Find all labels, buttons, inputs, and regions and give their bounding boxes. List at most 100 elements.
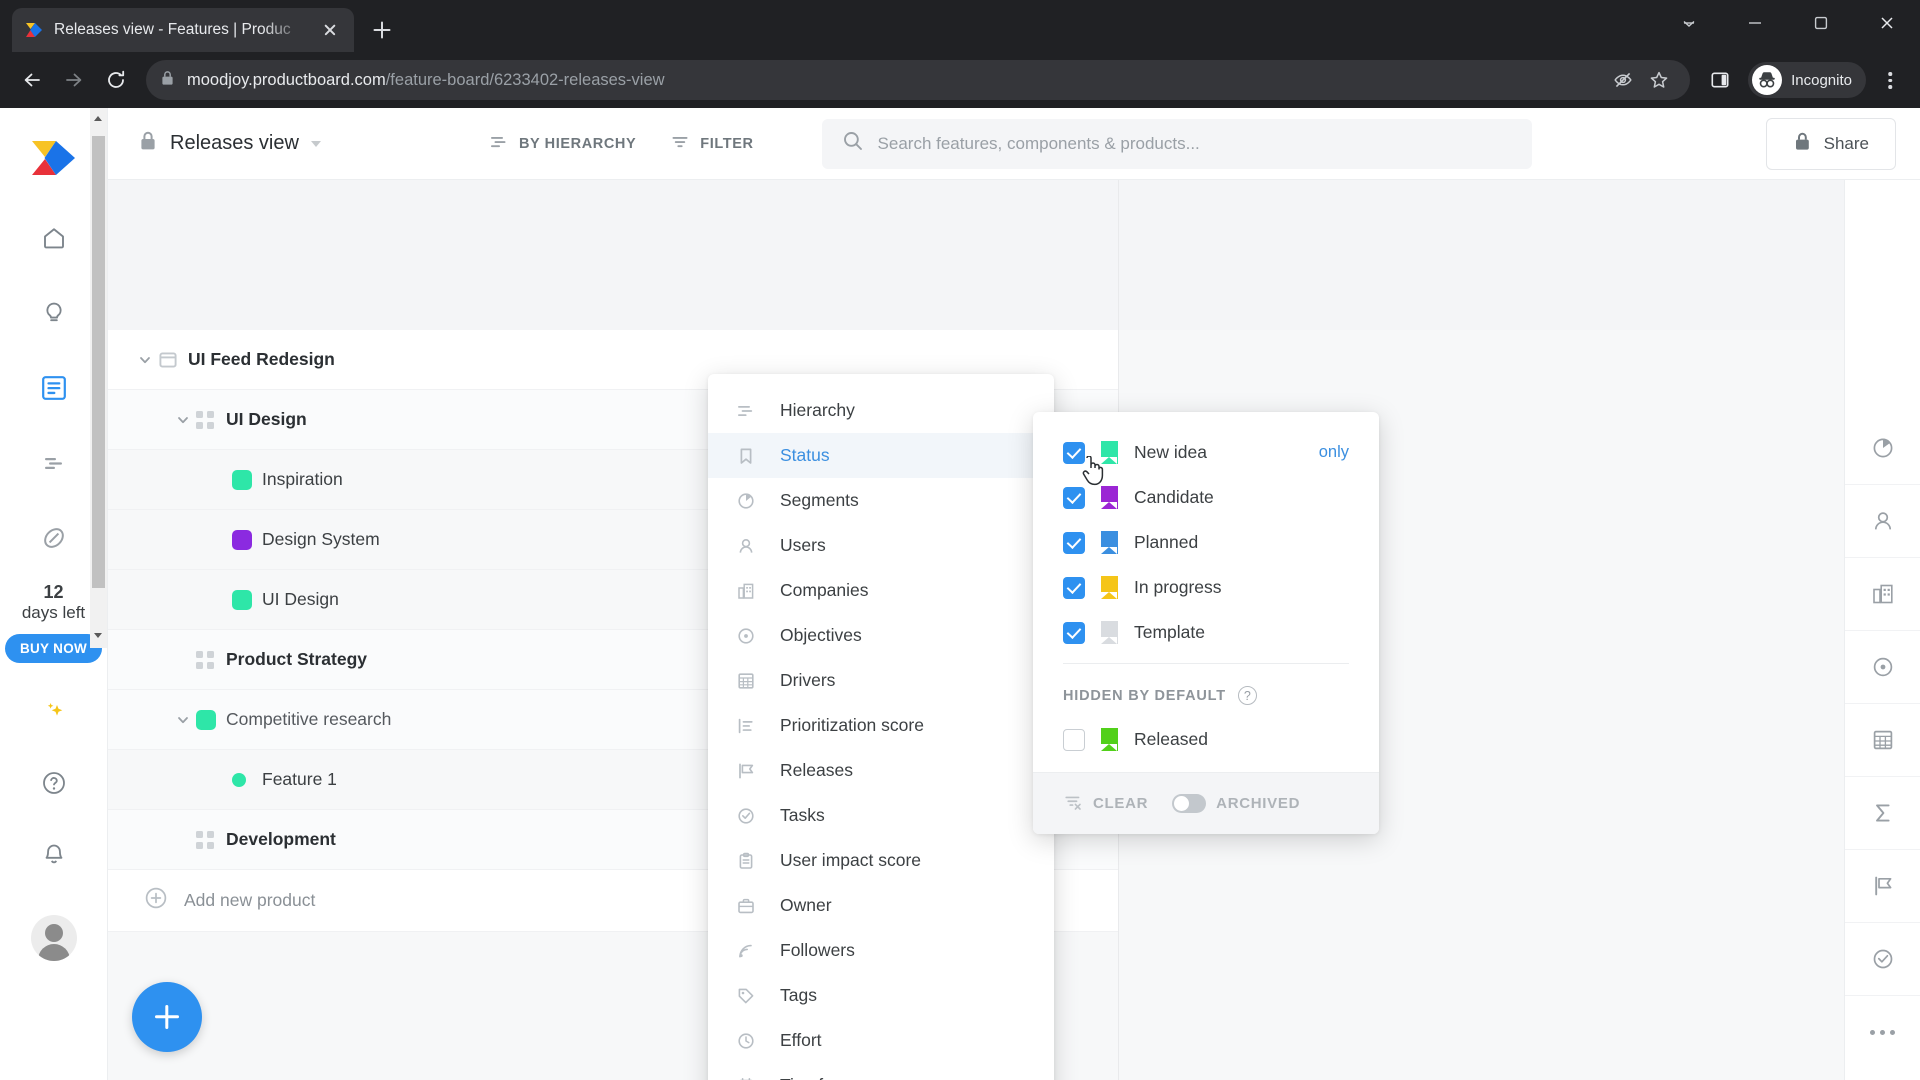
chevron-down-icon[interactable]	[132, 353, 158, 367]
hierarchy-icon	[734, 401, 758, 421]
view-title-group[interactable]: Releases view	[138, 130, 321, 157]
incognito-label: Incognito	[1791, 71, 1852, 89]
status-option-planned[interactable]: Planned	[1033, 520, 1379, 565]
bell-icon[interactable]	[32, 833, 76, 877]
sidebar-scrollbar[interactable]	[90, 108, 107, 648]
checkbox-checked-icon[interactable]	[1063, 441, 1085, 464]
status-option-in-progress[interactable]: In progress	[1033, 565, 1379, 610]
add-feature-fab[interactable]	[132, 982, 202, 1052]
maximize-icon[interactable]	[1788, 0, 1854, 46]
back-arrow-icon[interactable]	[12, 60, 52, 100]
scroll-down-arrow-icon[interactable]	[90, 627, 107, 644]
by-hierarchy-button[interactable]: BY HIERARCHY	[489, 132, 636, 156]
browser-tab[interactable]: Releases view - Features | Produc	[12, 8, 354, 52]
menu-item-objectives[interactable]: Objectives	[708, 613, 1054, 658]
right-item-releases[interactable]	[1844, 850, 1920, 923]
share-button[interactable]: Share	[1765, 117, 1896, 170]
briefcase-icon	[734, 896, 758, 916]
sidebar-item-home[interactable]	[32, 216, 76, 260]
right-item-tasks[interactable]	[1844, 923, 1920, 996]
toggle-switch[interactable]	[1172, 794, 1207, 813]
menu-item-tags[interactable]: Tags	[708, 973, 1054, 1018]
clear-button[interactable]: CLEAR	[1063, 792, 1148, 816]
status-color-bookmark	[1101, 441, 1118, 464]
right-item-segments[interactable]	[1844, 412, 1920, 485]
browser-toolbar: moodjoy.productboard.com/feature-board/6…	[0, 52, 1920, 108]
star-icon[interactable]	[1642, 63, 1676, 97]
right-item-score[interactable]	[1844, 777, 1920, 850]
menu-item-label: Prioritization score	[780, 715, 924, 735]
kebab-menu-icon[interactable]	[1872, 60, 1908, 100]
checkbox-unchecked-icon[interactable]	[1063, 728, 1085, 751]
chevron-down-icon[interactable]	[170, 713, 196, 727]
checkbox-checked-icon[interactable]	[1063, 486, 1085, 509]
close-icon[interactable]	[1854, 0, 1920, 46]
building-icon	[734, 581, 758, 601]
menu-item-status[interactable]: Status	[708, 433, 1054, 478]
sparkle-icon[interactable]	[32, 689, 76, 733]
status-option-candidate[interactable]: Candidate	[1033, 475, 1379, 520]
url-text: moodjoy.productboard.com/feature-board/6…	[187, 71, 665, 90]
right-item-companies[interactable]	[1844, 558, 1920, 631]
checkbox-checked-icon[interactable]	[1063, 621, 1085, 644]
sidebar-item-roadmaps[interactable]	[32, 441, 76, 485]
product-icon	[158, 350, 188, 370]
menu-item-drivers[interactable]: Drivers	[708, 658, 1054, 703]
status-option-new-idea[interactable]: New idea only	[1033, 430, 1379, 475]
minimize-icon[interactable]	[1656, 0, 1722, 46]
tab-close-icon[interactable]	[318, 18, 342, 42]
chevron-down-icon[interactable]	[170, 413, 196, 427]
eye-off-icon[interactable]	[1606, 63, 1640, 97]
address-bar[interactable]: moodjoy.productboard.com/feature-board/6…	[146, 60, 1691, 100]
checkbox-checked-icon[interactable]	[1063, 576, 1085, 599]
main-area: Releases view BY HIERARCHY FILTER Search…	[108, 108, 1920, 1080]
menu-item-tasks[interactable]: Tasks	[708, 793, 1054, 838]
side-panel-icon[interactable]	[1700, 60, 1740, 100]
avatar[interactable]	[30, 915, 77, 962]
menu-item-hierarchy[interactable]: Hierarchy	[708, 388, 1054, 433]
menu-item-effort[interactable]: Effort	[708, 1018, 1054, 1063]
signal-icon	[734, 941, 758, 961]
component-grid-icon	[196, 410, 226, 429]
chevron-down-icon[interactable]	[310, 140, 321, 147]
toolbar-actions: BY HIERARCHY FILTER	[489, 132, 754, 156]
search-input[interactable]: Search features, components & products..…	[821, 118, 1532, 169]
status-only-link[interactable]: only	[1319, 443, 1349, 462]
filter-button[interactable]: FILTER	[670, 132, 753, 156]
menu-item-followers[interactable]: Followers	[708, 928, 1054, 973]
question-circle-icon[interactable]	[32, 761, 76, 805]
menu-item-user-impact-score[interactable]: User impact score	[708, 838, 1054, 883]
trial-days-number: 12	[43, 582, 64, 602]
right-item-objectives[interactable]	[1844, 631, 1920, 704]
new-tab-icon[interactable]	[360, 8, 404, 52]
menu-item-segments[interactable]: Segments	[708, 478, 1054, 523]
sidebar-item-insights[interactable]	[32, 291, 76, 335]
scrollbar-thumb[interactable]	[92, 136, 105, 588]
status-option-released[interactable]: Released	[1033, 717, 1379, 762]
right-item-more[interactable]	[1845, 996, 1920, 1069]
right-item-users[interactable]	[1844, 485, 1920, 558]
right-item-drivers[interactable]	[1844, 704, 1920, 777]
sidebar-item-portal[interactable]	[32, 516, 76, 560]
menu-item-users[interactable]: Users	[708, 523, 1054, 568]
menu-item-timeframe[interactable]: Timeframe	[708, 1063, 1054, 1080]
buy-now-button[interactable]: BUY NOW	[4, 634, 103, 664]
menu-item-companies[interactable]: Companies	[708, 568, 1054, 613]
tree-row-label: UI Feed Redesign	[188, 349, 335, 369]
status-option-template[interactable]: Template	[1033, 610, 1379, 655]
productboard-logo[interactable]	[30, 138, 78, 178]
forward-arrow-icon[interactable]	[54, 60, 94, 100]
incognito-indicator[interactable]: Incognito	[1748, 62, 1866, 98]
minimize-window-icon[interactable]	[1722, 0, 1788, 46]
archived-toggle[interactable]: ARCHIVED	[1172, 794, 1300, 813]
checkbox-checked-icon[interactable]	[1063, 531, 1085, 554]
right-sidebar	[1844, 180, 1920, 1080]
reload-icon[interactable]	[96, 60, 136, 100]
menu-item-releases[interactable]: Releases	[708, 748, 1054, 793]
menu-item-prioritization-score[interactable]: Prioritization score	[708, 703, 1054, 748]
sidebar-item-features[interactable]	[31, 366, 76, 410]
question-circle-icon[interactable]: ?	[1237, 686, 1257, 705]
scroll-up-arrow-icon[interactable]	[90, 110, 107, 127]
menu-item-owner[interactable]: Owner	[708, 883, 1054, 928]
grid-table-icon	[734, 671, 758, 691]
